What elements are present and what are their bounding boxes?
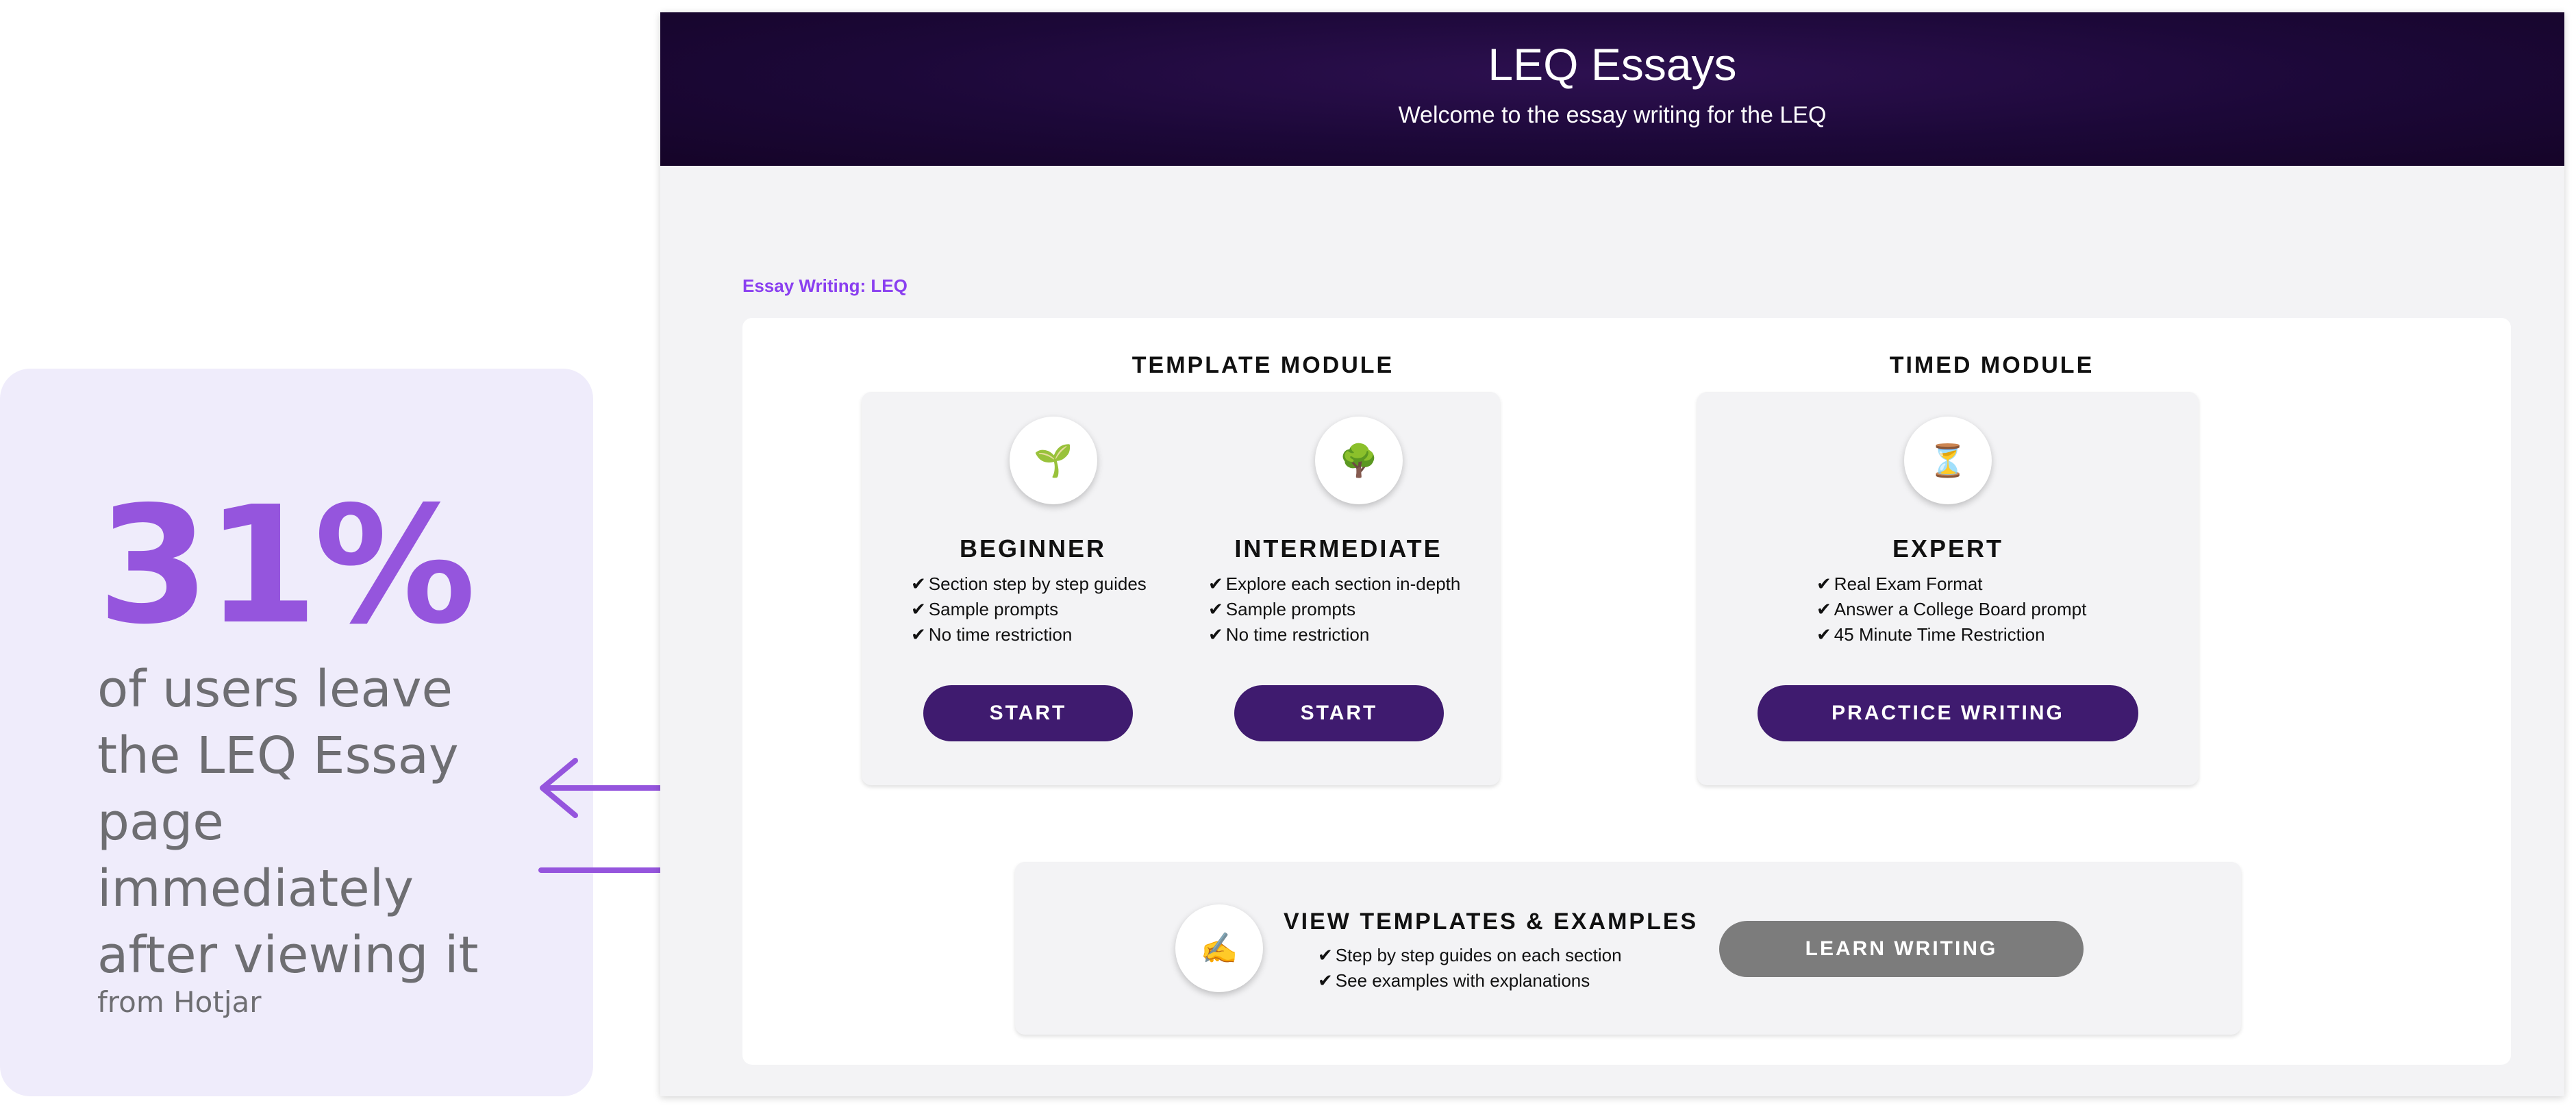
intermediate-feature-list: Explore each section in-depth Sample pro… [1208, 571, 1461, 648]
templates-examples-box: ✍️ VIEW TEMPLATES & EXAMPLES Step by ste… [1015, 862, 2241, 1035]
list-item: Explore each section in-depth [1208, 571, 1461, 597]
content-card: TEMPLATE MODULE 🌱 BEGINNER Section step … [742, 318, 2511, 1065]
list-item: Real Exam Format [1816, 571, 2086, 597]
list-item: No time restriction [911, 622, 1147, 648]
templates-examples-title: VIEW TEMPLATES & EXAMPLES [1284, 909, 1699, 935]
beginner-level-card: 🌱 BEGINNER Section step by step guides S… [889, 392, 1177, 785]
template-module-box: 🌱 BEGINNER Section step by step guides S… [862, 392, 1500, 785]
hourglass-icon: ⏳ [1904, 417, 1992, 504]
seedling-icon: 🌱 [1010, 417, 1097, 504]
page-title: LEQ Essays [1488, 39, 1737, 90]
tree-icon: 🌳 [1315, 417, 1403, 504]
list-item: Sample prompts [1208, 597, 1460, 622]
list-item: No time restriction [1208, 622, 1460, 648]
practice-writing-button[interactable]: PRACTICE WRITING [1758, 685, 2138, 741]
timed-module-box: ⏳ EXPERT Real Exam Format Answer a Colle… [1697, 392, 2199, 785]
list-item: Answer a College Board prompt [1816, 597, 2087, 622]
list-item: 45 Minute Time Restriction [1816, 622, 2086, 648]
templates-feature-list: Step by step guides on each section See … [1318, 943, 1622, 994]
expert-title: EXPERT [1892, 534, 2004, 563]
expert-feature-list: Real Exam Format Answer a College Board … [1816, 571, 2087, 648]
stat-source: from Hotjar [97, 985, 262, 1019]
page-header: LEQ Essays Welcome to the essay writing … [660, 12, 2564, 166]
app-window: LEQ Essays Welcome to the essay writing … [660, 12, 2564, 1096]
beginner-feature-list: Section step by step guides Sample promp… [911, 571, 1147, 648]
list-item: Sample prompts [911, 597, 1147, 622]
list-item: See examples with explanations [1318, 968, 1622, 994]
stat-number: 31% [97, 471, 476, 660]
list-item: Step by step guides on each section [1318, 943, 1622, 968]
page-subtitle: Welcome to the essay writing for the LEQ [1398, 102, 1827, 128]
list-item: Section step by step guides [911, 571, 1147, 597]
intermediate-title: INTERMEDIATE [1234, 534, 1442, 563]
beginner-title: BEGINNER [959, 534, 1107, 563]
writing-hand-icon: ✍️ [1175, 904, 1263, 992]
beginner-start-button[interactable]: START [923, 685, 1133, 741]
learn-writing-button[interactable]: LEARN WRITING [1719, 921, 2084, 977]
intermediate-start-button[interactable]: START [1234, 685, 1444, 741]
timed-module-heading: TIMED MODULE [1889, 352, 2094, 378]
stat-description: of users leave the LEQ Essay page immedi… [97, 660, 479, 985]
stat-panel: 31% of users leave the LEQ Essay page im… [0, 369, 593, 1096]
template-module-heading: TEMPLATE MODULE [1131, 352, 1395, 378]
breadcrumb[interactable]: Essay Writing: LEQ [742, 275, 908, 297]
intermediate-level-card: 🌳 INTERMEDIATE Explore each section in-d… [1195, 392, 1482, 785]
